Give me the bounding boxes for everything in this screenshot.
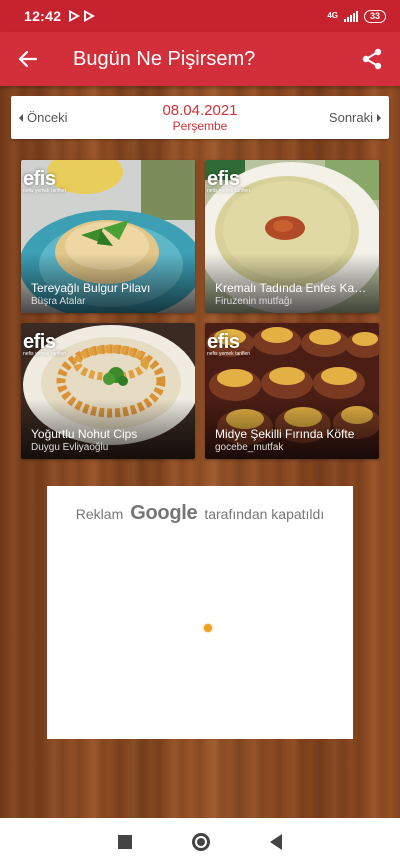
recipe-title: Yoğurtlu Nohut Cips	[31, 427, 138, 441]
back-button[interactable]	[0, 32, 56, 86]
recipe-title: Tereyağlı Bulgur Pilavı	[31, 281, 151, 295]
previous-label: Önceki	[27, 110, 68, 125]
status-bar: 12:42 4G 33	[0, 0, 400, 32]
recipe-card-nohut-cips[interactable]: efis nefis yemek tarifleri Yoğurtlu Nohu…	[21, 323, 195, 459]
network-label: 4G	[327, 11, 338, 20]
ad-closed-message: Reklam Google tarafından kapatıldı	[47, 502, 353, 525]
battery-level: 33	[369, 11, 380, 21]
recipe-card-kabak-corbasi[interactable]: efis nefis yemek tarifleri Kremalı Tadın…	[205, 160, 379, 313]
recipe-card-bulgur-pilavi[interactable]: efis nefis yemek tarifleri Tereyağlı Bul…	[21, 160, 195, 313]
app-bar: Bugün Ne Pişirsem?	[0, 32, 400, 86]
ad-suffix: tarafından kapatıldı	[204, 506, 325, 522]
status-indicators: 4G 33	[327, 9, 386, 23]
recipe-title: Kremalı Tadında Enfes Kabak Çorbası	[215, 281, 371, 295]
caret-right-icon	[377, 113, 381, 122]
play-notification-icon	[84, 10, 96, 22]
status-time: 12:42	[24, 8, 62, 24]
day-text: Perşembe	[172, 118, 228, 133]
nefis-logo: efis nefis yemek tarifleri	[207, 331, 251, 357]
google-logo: Google	[130, 502, 198, 524]
nefis-logo: efis nefis yemek tarifleri	[207, 168, 251, 194]
loading-spinner-icon	[204, 624, 212, 632]
arrow-left-icon	[18, 50, 38, 68]
share-button[interactable]	[344, 32, 400, 86]
play-notification-icon	[69, 10, 81, 22]
system-navigation-bar	[0, 818, 400, 866]
ad-banner[interactable]: Reklam Google tarafından kapatıldı	[47, 486, 353, 739]
recipe-author: Büşra Atalar	[31, 296, 86, 307]
recipe-title: Midye Şekilli Fırında Köfte	[215, 427, 355, 441]
notification-icons	[69, 10, 96, 22]
date-text: 08.04.2021	[162, 101, 238, 119]
recipe-author: Firuzenin mutfağı	[215, 296, 293, 307]
recents-button[interactable]	[118, 835, 132, 849]
previous-day-button[interactable]: Önceki	[11, 96, 101, 139]
battery-icon: 33	[363, 9, 386, 23]
next-label: Sonraki	[328, 110, 373, 125]
recipe-card-midye-kofte[interactable]: efis nefis yemek tarifleri Midye Şekilli…	[205, 323, 379, 459]
home-button[interactable]	[192, 833, 210, 851]
next-day-button[interactable]: Sonraki	[299, 96, 389, 139]
ad-prefix: Reklam	[75, 506, 124, 522]
share-icon	[362, 48, 382, 70]
date-display: 08.04.2021 Perşembe	[101, 102, 299, 134]
recipe-author: gocebe_mutfak	[215, 442, 284, 453]
nefis-logo: efis nefis yemek tarifleri	[23, 331, 67, 357]
system-back-button[interactable]	[270, 834, 282, 850]
page-title: Bugün Ne Pişirsem?	[73, 47, 256, 70]
date-navigation: Önceki 08.04.2021 Perşembe Sonraki	[11, 96, 389, 139]
nefis-logo: efis nefis yemek tarifleri	[23, 168, 67, 194]
signal-icon	[343, 10, 358, 22]
recipe-author: Duygu Evliyaoğlu	[31, 442, 109, 453]
caret-left-icon	[19, 113, 23, 122]
